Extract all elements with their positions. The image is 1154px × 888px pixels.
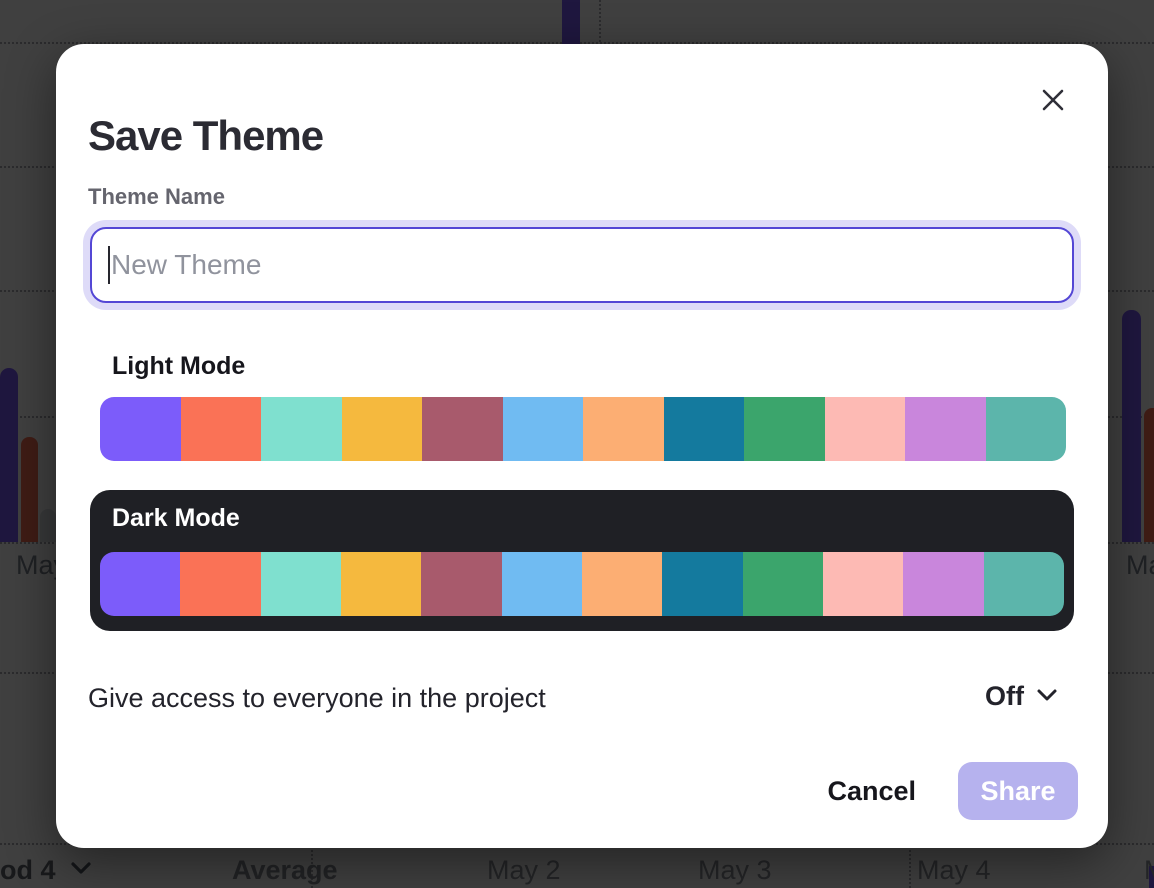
palette-swatch-11: [905, 397, 986, 461]
palette-swatch-8: [664, 397, 745, 461]
palette-swatch-8: [662, 552, 742, 616]
light-mode-heading: Light Mode: [112, 352, 245, 381]
palette-swatch-5: [421, 552, 501, 616]
palette-swatch-4: [342, 397, 423, 461]
text-caret: [108, 246, 110, 284]
dark-mode-palette[interactable]: [100, 552, 1064, 616]
palette-swatch-2: [181, 397, 262, 461]
share-button[interactable]: Share: [958, 762, 1078, 820]
palette-swatch-12: [986, 397, 1067, 461]
palette-swatch-6: [503, 397, 584, 461]
palette-swatch-7: [583, 397, 664, 461]
palette-swatch-2: [180, 552, 260, 616]
close-button[interactable]: [1035, 83, 1071, 119]
chevron-down-icon: [1036, 688, 1058, 705]
palette-swatch-4: [341, 552, 421, 616]
theme-name-label: Theme Name: [88, 184, 225, 210]
palette-swatch-9: [743, 552, 823, 616]
palette-swatch-7: [582, 552, 662, 616]
palette-swatch-3: [261, 397, 342, 461]
close-icon: [1039, 86, 1067, 117]
palette-swatch-3: [261, 552, 341, 616]
access-dropdown[interactable]: Off: [985, 681, 1058, 712]
theme-name-input[interactable]: [92, 229, 1072, 301]
dialog-actions: Cancel Share: [827, 762, 1078, 820]
palette-swatch-12: [984, 552, 1064, 616]
access-dropdown-value: Off: [985, 681, 1024, 712]
palette-swatch-1: [100, 552, 180, 616]
palette-swatch-10: [825, 397, 906, 461]
dark-mode-heading: Dark Mode: [112, 504, 240, 533]
dialog-title: Save Theme: [88, 108, 323, 164]
palette-swatch-9: [744, 397, 825, 461]
palette-swatch-6: [502, 552, 582, 616]
theme-name-field-wrapper: [90, 227, 1074, 303]
palette-swatch-11: [903, 552, 983, 616]
palette-swatch-1: [100, 397, 181, 461]
save-theme-dialog: Save Theme Theme Name Light Mode Dark Mo…: [56, 44, 1108, 848]
cancel-button[interactable]: Cancel: [827, 776, 916, 807]
light-mode-palette[interactable]: [100, 397, 1066, 461]
palette-swatch-5: [422, 397, 503, 461]
dark-mode-card[interactable]: Dark Mode: [90, 490, 1074, 631]
access-label: Give access to everyone in the project: [88, 683, 546, 714]
palette-swatch-10: [823, 552, 903, 616]
